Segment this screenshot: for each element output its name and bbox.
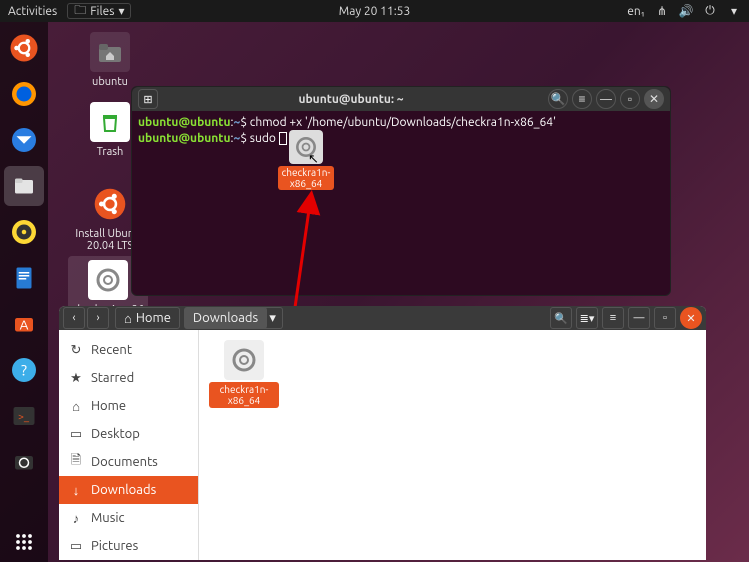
folder-icon: 🗀 <box>74 1 86 22</box>
prompt-end: $ <box>240 116 247 129</box>
svg-text:>_: >_ <box>18 410 30 422</box>
close-button[interactable]: ✕ <box>680 307 702 329</box>
dock-show-apps[interactable] <box>4 522 44 562</box>
sidebar-item-label: Home <box>91 399 126 413</box>
list-options-button[interactable]: ≣▾ <box>576 307 598 329</box>
executable-icon <box>224 340 264 380</box>
dock-screenshot[interactable] <box>4 442 44 482</box>
files-content[interactable]: checkra1n-x86_64 <box>199 330 706 560</box>
terminal-line-1: chmod +x '/home/ubuntu/Downloads/checkra… <box>247 116 556 129</box>
network-icon[interactable]: ⋔ <box>655 4 669 18</box>
svg-text:?: ? <box>21 361 27 378</box>
music-icon: ♪ <box>69 511 83 526</box>
sidebar-item-pictures[interactable]: ▭ Pictures <box>59 532 198 560</box>
pictures-icon: ▭ <box>69 539 83 554</box>
sidebar-item-label: Recent <box>91 343 132 357</box>
files-titlebar[interactable]: ‹ › ⌂ Home Downloads ▾ 🔍 ≣▾ ≡ — ▫ ✕ <box>59 306 706 330</box>
terminal-body[interactable]: ubuntu@ubuntu:~$ chmod +x '/home/ubuntu/… <box>132 111 670 150</box>
dock-writer[interactable] <box>4 258 44 298</box>
dock-thunderbird[interactable] <box>4 120 44 160</box>
documents-icon: 🗎 <box>69 451 83 473</box>
menu-button[interactable]: ≡ <box>602 307 624 329</box>
home-folder-icon <box>90 32 130 72</box>
close-button[interactable]: ✕ <box>644 89 664 109</box>
activities-button[interactable]: Activities <box>8 5 57 18</box>
sidebar-item-label: Downloads <box>91 483 156 497</box>
dock-ubuntu-logo[interactable] <box>4 28 44 68</box>
dock-rhythmbox[interactable] <box>4 212 44 252</box>
home-icon: ⌂ <box>69 399 83 414</box>
sidebar-item-home[interactable]: ⌂ Home <box>59 392 198 420</box>
maximize-button[interactable]: ▫ <box>654 307 676 329</box>
dock-firefox[interactable] <box>4 74 44 114</box>
clock[interactable]: May 20 11:53 <box>339 5 410 18</box>
minimize-button[interactable]: — <box>628 307 650 329</box>
chevron-down-icon[interactable]: ▾ <box>727 4 741 18</box>
sidebar-item-desktop[interactable]: ▭ Desktop <box>59 420 198 448</box>
dock-help[interactable]: ? <box>4 350 44 390</box>
sidebar-item-label: Desktop <box>91 427 140 441</box>
breadcrumb-dropdown[interactable]: ▾ <box>263 307 283 329</box>
file-item-checkra1n[interactable]: checkra1n-x86_64 <box>209 340 279 408</box>
trash-icon <box>90 102 130 142</box>
sidebar-item-label: Documents <box>91 455 158 469</box>
desktop-icon: ▭ <box>69 427 83 442</box>
prompt-user: ubuntu@ubuntu <box>138 116 231 129</box>
nav-forward-button[interactable]: › <box>87 307 109 329</box>
cursor-pointer-icon: ↖ <box>308 152 319 167</box>
breadcrumb-home[interactable]: ⌂ Home <box>115 307 180 329</box>
breadcrumb-label: Downloads <box>193 311 258 325</box>
top-panel: Activities 🗀 Files ▾ May 20 11:53 en₁ ⋔ … <box>0 0 749 22</box>
install-icon <box>90 184 130 224</box>
executable-icon <box>88 260 128 300</box>
star-icon: ★ <box>69 371 83 386</box>
minimize-button[interactable]: — <box>596 89 616 109</box>
dock: A ? >_ <box>0 22 48 562</box>
sidebar-item-downloads[interactable]: ↓ Downloads <box>59 476 198 504</box>
menu-button[interactable]: ≡ <box>572 89 592 109</box>
drag-ghost-label: checkra1n-x86_64 <box>278 166 334 190</box>
volume-icon[interactable]: 🔊 <box>679 4 693 18</box>
nav-back-button[interactable]: ‹ <box>63 307 85 329</box>
svg-text:A: A <box>20 316 29 332</box>
search-button[interactable]: 🔍 <box>550 307 572 329</box>
dock-terminal[interactable]: >_ <box>4 396 44 436</box>
app-menu-label: Files <box>90 5 114 18</box>
new-tab-button[interactable]: ⊞ <box>138 89 158 109</box>
terminal-window: ⊞ ubuntu@ubuntu: ~ 🔍 ≡ — ▫ ✕ ubuntu@ubun… <box>131 86 671 296</box>
chevron-down-icon: ▾ <box>118 4 124 18</box>
dock-software[interactable]: A <box>4 304 44 344</box>
prompt-user: ubuntu@ubuntu <box>138 132 231 145</box>
sidebar-item-recent[interactable]: ↻ Recent <box>59 336 198 364</box>
app-menu-files[interactable]: 🗀 Files ▾ <box>67 3 131 19</box>
recent-icon: ↻ <box>69 343 83 358</box>
maximize-button[interactable]: ▫ <box>620 89 640 109</box>
prompt-end: $ <box>240 132 247 145</box>
sidebar-item-music[interactable]: ♪ Music <box>59 504 198 532</box>
sidebar-item-documents[interactable]: 🗎 Documents <box>59 448 198 476</box>
sidebar-item-label: Pictures <box>91 539 138 553</box>
dock-files[interactable] <box>4 166 44 206</box>
downloads-icon: ↓ <box>69 483 83 498</box>
files-sidebar: ↻ Recent ★ Starred ⌂ Home ▭ Desktop 🗎 Documen… <box>59 330 199 560</box>
sidebar-item-label: Music <box>91 511 125 525</box>
drag-ghost-file: checkra1n-x86_64 ↖ <box>278 130 334 190</box>
language-indicator[interactable]: en₁ <box>627 5 645 18</box>
search-button[interactable]: 🔍 <box>548 89 568 109</box>
terminal-title: ubuntu@ubuntu: ~ <box>158 93 544 106</box>
terminal-titlebar[interactable]: ⊞ ubuntu@ubuntu: ~ 🔍 ≡ — ▫ ✕ <box>132 87 670 111</box>
breadcrumb-downloads[interactable]: Downloads <box>184 307 267 329</box>
files-window: ‹ › ⌂ Home Downloads ▾ 🔍 ≣▾ ≡ — ▫ ✕ ↻ Rec… <box>59 306 706 560</box>
desktop-home-folder[interactable]: ubuntu <box>75 32 145 88</box>
sidebar-item-label: Starred <box>91 371 134 385</box>
power-icon[interactable]: ⏻ <box>703 4 717 18</box>
breadcrumb-label: Home <box>136 311 171 325</box>
terminal-line-2: sudo <box>247 132 279 145</box>
file-label: checkra1n-x86_64 <box>209 382 279 408</box>
sidebar-item-starred[interactable]: ★ Starred <box>59 364 198 392</box>
home-icon: ⌂ <box>124 311 132 326</box>
